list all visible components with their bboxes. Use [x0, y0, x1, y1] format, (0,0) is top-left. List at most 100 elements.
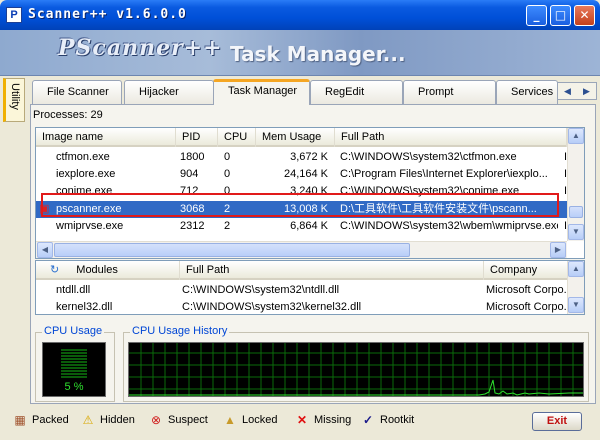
module-path: C:\WINDOWS\system32\kernel32.dll: [182, 301, 362, 313]
process-mem: 13,008 K: [283, 203, 328, 215]
tab-left-arrow-icon[interactable]: ◀: [558, 83, 577, 99]
module-row[interactable]: ntdll.dll C:\WINDOWS\system32\ntdll.dll …: [36, 282, 584, 299]
process-list-hscrollbar[interactable]: ◀ ▶: [36, 241, 567, 258]
tab-regedit[interactable]: RegEdit: [310, 80, 403, 104]
process-name: ctfmon.exe: [56, 151, 110, 163]
tab-label: Services: [511, 86, 554, 98]
tab-right-arrow-icon[interactable]: ▶: [577, 83, 596, 99]
utility-tab-label: Utility: [9, 83, 21, 110]
col-pid[interactable]: PID: [176, 128, 218, 147]
process-list: Image name PID CPU Mem Usage Full Path c…: [35, 127, 585, 259]
exit-button[interactable]: Exit: [532, 412, 582, 431]
process-cpu: 0: [224, 151, 231, 163]
module-row[interactable]: kernel32.dll C:\WINDOWS\system32\kernel3…: [36, 299, 584, 314]
col-mem-usage[interactable]: Mem Usage: [256, 128, 335, 147]
process-row[interactable]: iexplore.exe 904 0 24,164 K C:\Program F…: [36, 166, 584, 183]
rootkit-check-icon: ✓: [362, 413, 374, 428]
module-name: ntdll.dll: [56, 284, 91, 296]
tab-label: Hijacker: [139, 86, 179, 98]
cpu-usage-label: CPU Usage: [42, 325, 105, 337]
legend-hidden: ⚠ Hidden: [80, 412, 135, 428]
legend-suspect: ⊗ Suspect: [148, 412, 208, 428]
process-row-selected[interactable]: ▣ pscanner.exe 3068 2 13,008 K D:\工具软件\工…: [36, 201, 584, 218]
process-path: D:\工具软件\工具软件安装文件\pscann...: [340, 203, 537, 215]
tab-services[interactable]: Services: [496, 80, 558, 104]
process-pid: 712: [180, 185, 199, 197]
header-banner: PScanner++ Task Manager...: [0, 30, 600, 76]
col-modules[interactable]: ↻ Modules: [36, 261, 180, 280]
utility-side-tab[interactable]: Utility: [3, 78, 25, 122]
process-mem: 3,240 K: [290, 185, 328, 197]
process-path: C:\WINDOWS\system32\wbem\wmiprvse.exe: [340, 220, 558, 232]
legend-missing-label: Missing: [314, 414, 352, 426]
cpu-usage-meter: 5 %: [42, 342, 106, 397]
process-mem: 6,864 K: [290, 220, 328, 232]
process-cpu: 2: [224, 203, 231, 215]
scroll-down-arrow-icon[interactable]: ▼: [568, 297, 584, 313]
lock-icon: ▲: [224, 413, 236, 428]
banner-title: Task Manager...: [230, 42, 406, 66]
title-bar[interactable]: P Scanner++ v1.6.0.0 _ □ ✕: [0, 0, 600, 30]
app-logo: PScanner++: [58, 35, 223, 61]
main-tabs: File Scanner Hijacker Task Manager RegEd…: [30, 79, 598, 105]
process-cpu: 2: [224, 220, 231, 232]
process-name: iexplore.exe: [56, 168, 116, 180]
scroll-down-arrow-icon[interactable]: ▼: [568, 224, 584, 240]
tab-label: Prompt: [418, 86, 454, 98]
refresh-icon[interactable]: ↻: [50, 264, 59, 276]
process-path: C:\WINDOWS\system32\ctfmon.exe: [340, 151, 517, 163]
scroll-right-arrow-icon[interactable]: ▶: [550, 242, 566, 258]
vscroll-thumb[interactable]: [569, 206, 583, 218]
modules-list-vscrollbar[interactable]: ▲ ▼: [567, 261, 584, 314]
module-company: Microsoft Corpo...: [486, 284, 568, 296]
col-modules-label: Modules: [76, 264, 118, 276]
modules-list: ↻ Modules Full Path Company ntdll.dll C:…: [35, 260, 585, 315]
maximize-button[interactable]: □: [550, 5, 571, 26]
task-manager-panel: Processes: 29 Image name PID CPU Mem Usa…: [30, 104, 596, 404]
process-path: C:\Program Files\Internet Explorer\iexpl…: [340, 168, 548, 180]
process-mem: 24,164 K: [283, 168, 328, 180]
cpu-history-group: CPU Usage History: [123, 325, 589, 402]
cpu-history-svg: [129, 343, 583, 396]
cpu-usage-percent: 5 %: [64, 381, 84, 393]
process-name: conime.exe: [56, 185, 113, 197]
hscroll-thumb[interactable]: [54, 243, 410, 257]
legend-rootkit-label: Rootkit: [380, 414, 415, 426]
tab-prompt[interactable]: Prompt: [403, 80, 496, 104]
tab-file-scanner[interactable]: File Scanner: [32, 80, 122, 104]
process-row[interactable]: wmiprvse.exe 2312 2 6,864 K C:\WINDOWS\s…: [36, 218, 584, 235]
app-icon: P: [6, 7, 22, 23]
scroll-left-arrow-icon[interactable]: ◀: [37, 242, 53, 258]
legend-locked-label: Locked: [242, 414, 278, 426]
legend-packed: ▦ Packed: [12, 412, 69, 428]
pscanner-app-icon: ▣: [39, 203, 50, 215]
col-company[interactable]: Company: [484, 261, 568, 280]
minimize-button[interactable]: _: [526, 5, 547, 26]
col-cpu[interactable]: CPU: [218, 128, 256, 147]
process-row[interactable]: conime.exe 712 0 3,240 K C:\WINDOWS\syst…: [36, 183, 584, 200]
process-mem: 3,672 K: [290, 151, 328, 163]
process-list-header: Image name PID CPU Mem Usage Full Path: [36, 128, 584, 147]
scroll-up-arrow-icon[interactable]: ▲: [568, 128, 584, 144]
module-path: C:\WINDOWS\system32\ntdll.dll: [182, 284, 340, 296]
process-name: pscanner.exe: [56, 203, 122, 215]
legend-rootkit: ✓ Rootkit: [360, 412, 414, 428]
close-button[interactable]: ✕: [574, 5, 595, 26]
process-pid: 1800: [180, 151, 205, 163]
process-row[interactable]: ctfmon.exe 1800 0 3,672 K C:\WINDOWS\sys…: [36, 149, 584, 166]
tab-task-manager[interactable]: Task Manager: [213, 79, 310, 105]
legend-packed-label: Packed: [32, 414, 69, 426]
tab-label: RegEdit: [325, 86, 365, 98]
cpu-usage-group: CPU Usage 5 %: [35, 325, 115, 402]
cpu-meter-bars: [61, 349, 87, 379]
cpu-history-label: CPU Usage History: [130, 325, 230, 337]
process-pid: 2312: [180, 220, 205, 232]
scroll-up-arrow-icon[interactable]: ▲: [568, 261, 584, 277]
col-module-path[interactable]: Full Path: [180, 261, 484, 280]
col-full-path[interactable]: Full Path: [335, 128, 567, 147]
process-cpu: 0: [224, 185, 231, 197]
process-list-vscrollbar[interactable]: ▲ ▼: [567, 128, 584, 241]
tab-hijacker[interactable]: Hijacker: [124, 80, 214, 104]
process-path: C:\WINDOWS\system32\conime.exe: [340, 185, 520, 197]
col-image-name[interactable]: Image name: [36, 128, 176, 147]
